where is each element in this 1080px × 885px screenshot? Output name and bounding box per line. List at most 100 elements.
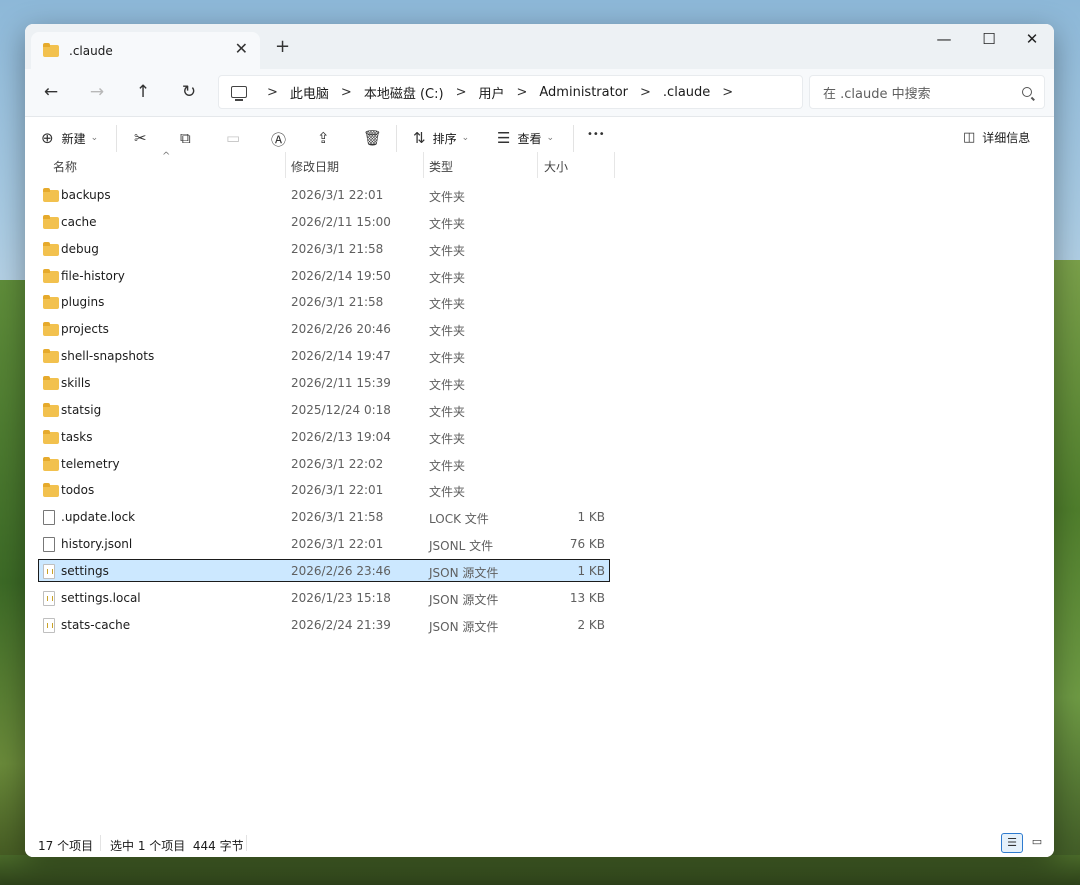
sort-button[interactable]: ⇅ 排序 ⌄ <box>413 129 469 147</box>
file-size: 13 KB <box>569 590 605 605</box>
new-tab-button[interactable]: + <box>275 36 290 57</box>
column-date[interactable]: 修改日期 <box>291 158 339 175</box>
folder-icon <box>43 214 59 232</box>
file-type: 文件夹 <box>429 404 466 419</box>
folder-icon <box>43 322 59 337</box>
rename-button[interactable]: Ⓐ <box>271 129 286 150</box>
column-divider[interactable] <box>614 152 615 178</box>
file-date: 2026/2/11 15:39 <box>291 375 391 390</box>
file-type: JSONL 文件 <box>429 539 494 554</box>
file-row[interactable]: shell-snapshots 2026/2/14 19:47 文件夹 <box>38 344 610 367</box>
tiles-view-button[interactable]: ▭ <box>1026 833 1048 853</box>
folder-icon <box>43 268 59 283</box>
file-date: 2026/2/14 19:47 <box>291 349 391 364</box>
folder-icon <box>43 456 59 474</box>
breadcrumb-separator[interactable]: > <box>267 85 278 100</box>
column-divider[interactable] <box>423 152 424 178</box>
file-type: 文件夹 <box>429 458 466 473</box>
file-row[interactable]: todos 2026/3/1 22:01 文件夹 <box>38 478 610 501</box>
file-name: history.jsonl <box>61 537 133 552</box>
rename-icon: Ⓐ <box>271 131 287 149</box>
breadcrumb-separator[interactable]: > <box>341 85 352 100</box>
maximize-button[interactable]: ☐ <box>969 30 1009 48</box>
breadcrumb-separator[interactable]: > <box>456 85 467 100</box>
search-input[interactable]: 在 .claude 中搜索 <box>809 75 1045 109</box>
file-size: 2 KB <box>577 617 605 632</box>
column-divider[interactable] <box>537 152 538 178</box>
file-explorer-window: .claude ✕ + — ☐ ✕ ← → ↑ ↻ > 此电脑 > 本地磁盘 (… <box>25 24 1054 857</box>
file-row[interactable]: stats-cache 2026/2/24 21:39 JSON 源文件 2 KB <box>38 613 610 636</box>
refresh-button[interactable]: ↻ <box>174 79 204 105</box>
wallpaper-right <box>1050 260 1080 885</box>
chevron-down-icon: ⌄ <box>90 133 99 143</box>
column-size[interactable]: 大小 <box>544 158 568 175</box>
paste-button[interactable]: ▭ <box>226 129 240 147</box>
this-pc-icon[interactable] <box>231 86 247 101</box>
file-row[interactable]: settings.local 2026/1/23 15:18 JSON 源文件 13 … <box>38 586 610 609</box>
file-row[interactable]: telemetry 2026/3/1 22:02 文件夹 <box>38 452 610 475</box>
file-row[interactable]: plugins 2026/3/1 21:58 文件夹 <box>38 290 610 313</box>
file-date: 2026/3/1 22:01 <box>291 188 384 202</box>
breadcrumb-item-users[interactable]: 用户 <box>478 83 504 102</box>
paste-icon: ▭ <box>226 129 241 147</box>
file-type: 文件夹 <box>429 324 466 339</box>
item-count: 17 个项目 <box>38 839 94 853</box>
breadcrumb-separator[interactable]: > <box>722 85 733 100</box>
column-divider[interactable] <box>285 152 286 178</box>
selection-info: 选中 1 个项目 444 字节 <box>110 839 244 853</box>
folder-icon <box>43 483 59 498</box>
delete-button[interactable]: 🗑 <box>363 129 382 147</box>
column-name[interactable]: 名称 <box>53 158 77 175</box>
search-icon[interactable] <box>1022 87 1032 97</box>
file-row[interactable]: projects 2026/2/26 20:46 文件夹 <box>38 317 610 340</box>
tab-claude[interactable]: .claude ✕ <box>31 32 260 69</box>
forward-button[interactable]: → <box>82 79 112 105</box>
file-type: 文件夹 <box>429 216 466 231</box>
breadcrumb[interactable]: > 此电脑 > 本地磁盘 (C:) > 用户 > Administrator >… <box>218 75 803 109</box>
up-button[interactable]: ↑ <box>128 79 158 105</box>
file-row[interactable]: history.jsonl 2026/3/1 22:01 JSONL 文件 76 KB <box>38 532 610 555</box>
file-row[interactable]: backups 2026/3/1 22:01 文件夹 <box>38 183 610 206</box>
file-row[interactable]: debug 2026/3/1 21:58 文件夹 <box>38 237 610 260</box>
close-window-button[interactable]: ✕ <box>1012 30 1052 48</box>
file-row[interactable]: statsig 2025/12/24 0:18 文件夹 <box>38 398 610 421</box>
folder-icon <box>43 268 59 286</box>
breadcrumb-item-this-pc[interactable]: 此电脑 <box>290 83 329 102</box>
more-icon: ••• <box>587 129 605 140</box>
more-button[interactable]: ••• <box>587 129 605 140</box>
toolbar-divider <box>116 125 117 154</box>
file-type: 文件夹 <box>429 297 466 312</box>
minimize-button[interactable]: — <box>924 30 964 48</box>
file-row[interactable]: skills 2026/2/11 15:39 文件夹 <box>38 371 610 394</box>
file-date: 2025/12/24 0:18 <box>291 402 391 417</box>
breadcrumb-separator[interactable]: > <box>516 85 527 100</box>
copy-button[interactable]: ⧉ <box>180 129 191 147</box>
file-row[interactable]: cache 2026/2/11 15:00 文件夹 <box>38 210 610 233</box>
view-button[interactable]: ☰ 查看 ⌄ <box>497 129 554 147</box>
folder-icon <box>43 188 59 205</box>
file-type: 文件夹 <box>429 377 466 392</box>
breadcrumb-item-administrator[interactable]: Administrator <box>539 85 628 100</box>
folder-icon <box>43 456 59 471</box>
file-row[interactable]: tasks 2026/2/13 19:04 文件夹 <box>38 425 610 448</box>
details-button[interactable]: ◫ 详细信息 <box>963 129 1030 146</box>
breadcrumb-item-local-disk[interactable]: 本地磁盘 (C:) <box>364 83 444 102</box>
back-button[interactable]: ← <box>36 79 66 105</box>
breadcrumb-separator[interactable]: > <box>640 85 651 100</box>
share-button[interactable]: ⇪ <box>317 129 330 147</box>
details-label: 详细信息 <box>982 131 1031 145</box>
details-view-button[interactable]: ☰ <box>1001 833 1023 853</box>
view-icon: ☰ <box>497 129 511 147</box>
file-date: 2026/3/1 22:02 <box>291 456 384 471</box>
file-row[interactable]: settings 2026/2/26 23:46 JSON 源文件 1 KB <box>38 558 610 582</box>
new-button[interactable]: ⊕ 新建 ⌄ <box>41 129 98 147</box>
file-row[interactable]: file-history 2026/2/14 19:50 文件夹 <box>38 264 610 287</box>
file-name: settings <box>61 563 109 578</box>
folder-icon <box>43 349 59 364</box>
search-placeholder: 在 .claude 中搜索 <box>823 86 931 102</box>
cut-button[interactable]: ✂ <box>134 129 147 147</box>
breadcrumb-item-claude[interactable]: .claude <box>663 85 710 100</box>
column-type[interactable]: 类型 <box>429 158 453 175</box>
tab-close-icon[interactable]: ✕ <box>235 39 248 58</box>
file-row[interactable]: .update.lock 2026/3/1 21:58 LOCK 文件 1 KB <box>38 505 610 528</box>
